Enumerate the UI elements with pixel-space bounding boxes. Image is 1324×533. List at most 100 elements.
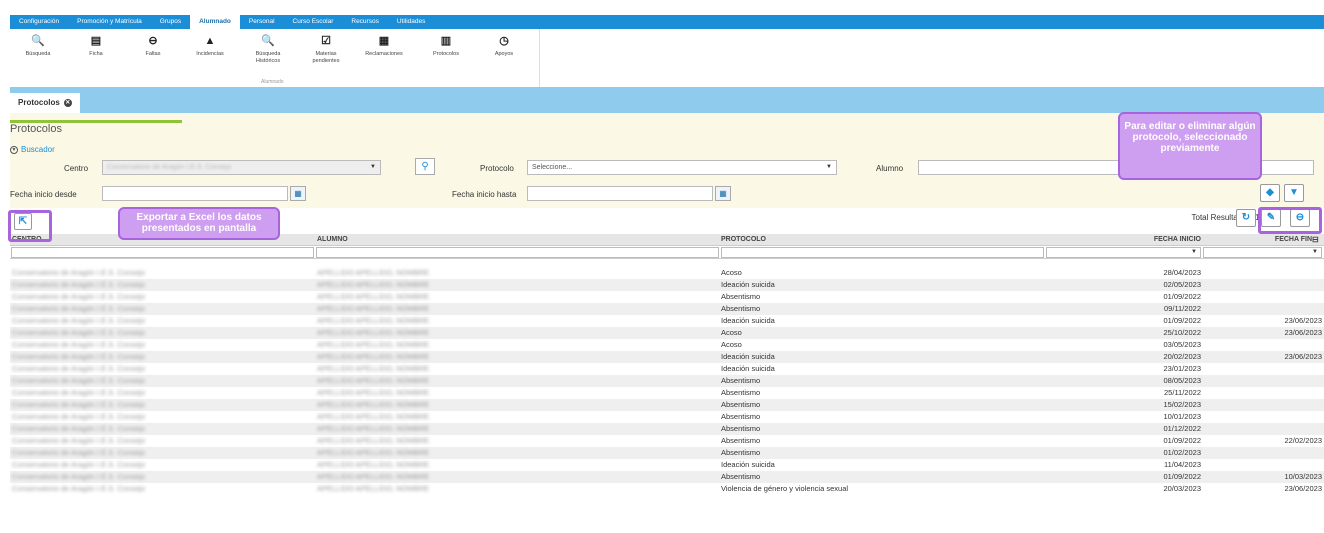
ribbon-button-ficha[interactable]: ▤ Ficha [72, 35, 120, 58]
filter-fecha-fin[interactable]: ▼ [1203, 247, 1322, 258]
ribbon-button-búsqueda[interactable]: 🔍 Búsqueda Históricos [244, 35, 292, 65]
ribbon-group-label: Alumnado [261, 79, 284, 85]
table-row[interactable]: Conservatorio de Aragón I.E.S. Consejo AP… [10, 435, 1324, 447]
column-chooser-icon[interactable]: ⊟ [1312, 234, 1319, 246]
callout-export: Exportar a Excel los datos presentados e… [118, 207, 280, 240]
chevron-down-icon: ▼ [826, 164, 832, 170]
table-row[interactable]: Conservatorio de Aragón I.E.S. Consejo AP… [10, 459, 1324, 471]
menu-item-configuración[interactable]: Configuración [10, 15, 68, 29]
menu-item-utilidades[interactable]: Utilidades [388, 15, 435, 29]
filter-protocolo[interactable] [721, 247, 1044, 258]
export-highlight [8, 210, 52, 242]
col-fecha-inicio[interactable]: FECHA INICIO [1046, 234, 1201, 246]
ribbon-button-materias[interactable]: ☑ Materias pendientes [302, 35, 350, 65]
edit-delete-highlight [1258, 207, 1322, 234]
buscador-toggle[interactable]: ▼ Buscador [10, 145, 55, 154]
centro-select[interactable]: Conservatorio de Aragón I.E.S. Consejo ▼ [102, 160, 381, 175]
menu-item-personal[interactable]: Personal [240, 15, 284, 29]
cell-protocolo: Absentismo [721, 412, 761, 421]
close-icon[interactable]: ✕ [63, 99, 72, 107]
cell-centro: Conservatorio de Aragón I.E.S. Consejo [12, 304, 145, 313]
cell-protocolo: Ideación suicida [721, 316, 775, 325]
ribbon-label: Reclamaciones [365, 51, 403, 57]
cell-fecha-fin: 23/06/2023 [1284, 352, 1322, 361]
menu-item-recursos[interactable]: Recursos [342, 15, 387, 29]
cell-fecha-inicio: 25/10/2022 [1163, 328, 1201, 337]
ribbon-button-apoyos[interactable]: ◷ Apoyos [480, 35, 528, 58]
filter-centro[interactable] [11, 247, 314, 258]
ribbon-button-reclamaciones[interactable]: ▦ Reclamaciones [360, 35, 408, 58]
table-row[interactable]: Conservatorio de Aragón I.E.S. Consejo AP… [10, 327, 1324, 339]
calendar-icon[interactable]: ▦ [290, 186, 306, 201]
tab-protocolos[interactable]: Protocolos ✕ [10, 93, 80, 113]
refresh-icon[interactable]: ↻ [1236, 209, 1256, 227]
cell-fecha-inicio: 11/04/2023 [1164, 460, 1201, 469]
menu-item-promoción-y-matrícula[interactable]: Promoción y Matrícula [68, 15, 151, 29]
menu-item-curso-escolar[interactable]: Curso Escolar [284, 15, 343, 29]
fecha-desde-label: Fecha inicio desde [10, 190, 77, 199]
ribbon-label: Incidencias [196, 51, 224, 57]
tab-bar: Protocolos ✕ [10, 87, 1324, 113]
cell-fecha-inicio: 01/02/2023 [1163, 448, 1201, 457]
table-row[interactable]: Conservatorio de Aragón I.E.S. Consejo AP… [10, 387, 1324, 399]
table-row[interactable]: Conservatorio de Aragón I.E.S. Consejo AP… [10, 291, 1324, 303]
cell-centro: Conservatorio de Aragón I.E.S. Consejo [12, 388, 145, 397]
eraser-icon[interactable]: ◆ [1260, 184, 1280, 202]
table-row[interactable]: Conservatorio de Aragón I.E.S. Consejo AP… [10, 267, 1324, 279]
col-alumno[interactable]: ALUMNO [317, 234, 348, 246]
cell-protocolo: Ideación suicida [721, 460, 775, 469]
cell-alumno: APELLIDO APELLIDO, NOMBRE [317, 280, 430, 289]
cell-alumno: APELLIDO APELLIDO, NOMBRE [317, 364, 430, 373]
cell-fecha-inicio: 02/05/2023 [1163, 280, 1201, 289]
buscador-label: Buscador [21, 145, 55, 154]
table-row[interactable]: Conservatorio de Aragón I.E.S. Consejo AP… [10, 411, 1324, 423]
filter-fecha-inicio[interactable]: ▼ [1046, 247, 1201, 258]
menu-item-grupos[interactable]: Grupos [151, 15, 190, 29]
table-row[interactable]: Conservatorio de Aragón I.E.S. Consejo AP… [10, 303, 1324, 315]
table-row[interactable]: Conservatorio de Aragón I.E.S. Consejo AP… [10, 471, 1324, 483]
cell-protocolo: Absentismo [721, 424, 761, 433]
table-row[interactable]: Conservatorio de Aragón I.E.S. Consejo AP… [10, 339, 1324, 351]
table-row[interactable]: Conservatorio de Aragón I.E.S. Consejo AP… [10, 279, 1324, 291]
cell-alumno: APELLIDO APELLIDO, NOMBRE [317, 412, 430, 421]
cell-fecha-inicio: 01/09/2022 [1163, 436, 1201, 445]
cell-protocolo: Ideación suicida [721, 364, 775, 373]
protocol-icon: ▥ [440, 35, 452, 47]
ribbon-button-incidencias[interactable]: ▲ Incidencias [186, 35, 234, 58]
cell-alumno: APELLIDO APELLIDO, NOMBRE [317, 448, 430, 457]
col-fecha-fin[interactable]: FECHA FIN [1203, 234, 1312, 246]
cell-alumno: APELLIDO APELLIDO, NOMBRE [317, 292, 430, 301]
fecha-hasta-input[interactable] [527, 186, 713, 201]
ribbon-label: Apoyos [494, 51, 514, 57]
callout-edit: Para editar o eliminar algún protocolo, … [1118, 112, 1262, 180]
ribbon-label: Ficha [89, 51, 103, 57]
cell-protocolo: Absentismo [721, 292, 761, 301]
cell-fecha-inicio: 28/04/2023 [1163, 268, 1201, 277]
cell-centro: Conservatorio de Aragón I.E.S. Consejo [12, 340, 145, 349]
ribbon-button-búsqueda[interactable]: 🔍 Búsqueda [14, 35, 62, 58]
calendar-icon[interactable]: ▦ [715, 186, 731, 201]
table-row[interactable]: Conservatorio de Aragón I.E.S. Consejo AP… [10, 351, 1324, 363]
tab-label: Protocolos [18, 98, 60, 107]
cell-protocolo: Violencia de género y violencia sexual [721, 484, 849, 493]
ribbon-label: Búsqueda [25, 51, 51, 57]
protocolo-select[interactable]: Seleccione... ▼ [527, 160, 837, 175]
col-protocolo[interactable]: PROTOCOLO [721, 234, 766, 246]
filter-icon[interactable]: ▼ [1284, 184, 1304, 202]
cell-alumno: APELLIDO APELLIDO, NOMBRE [317, 436, 430, 445]
table-row[interactable]: Conservatorio de Aragón I.E.S. Consejo AP… [10, 375, 1324, 387]
search-button[interactable]: ⚲ [415, 158, 435, 175]
cell-fecha-fin: 10/03/2023 [1284, 472, 1322, 481]
table-row[interactable]: Conservatorio de Aragón I.E.S. Consejo AP… [10, 315, 1324, 327]
table-row[interactable]: Conservatorio de Aragón I.E.S. Consejo AP… [10, 363, 1324, 375]
table-row[interactable]: Conservatorio de Aragón I.E.S. Consejo AP… [10, 483, 1324, 495]
table-row[interactable]: Conservatorio de Aragón I.E.S. Consejo AP… [10, 447, 1324, 459]
chevron-down-icon: ▼ [370, 164, 376, 170]
ribbon-button-protocolos[interactable]: ▥ Protocolos [422, 35, 470, 58]
table-row[interactable]: Conservatorio de Aragón I.E.S. Consejo AP… [10, 423, 1324, 435]
menu-item-alumnado[interactable]: Alumnado [190, 15, 240, 29]
table-row[interactable]: Conservatorio de Aragón I.E.S. Consejo AP… [10, 399, 1324, 411]
fecha-desde-input[interactable] [102, 186, 288, 201]
ribbon-button-faltas[interactable]: ⊖ Faltas [129, 35, 177, 58]
filter-alumno[interactable] [316, 247, 719, 258]
